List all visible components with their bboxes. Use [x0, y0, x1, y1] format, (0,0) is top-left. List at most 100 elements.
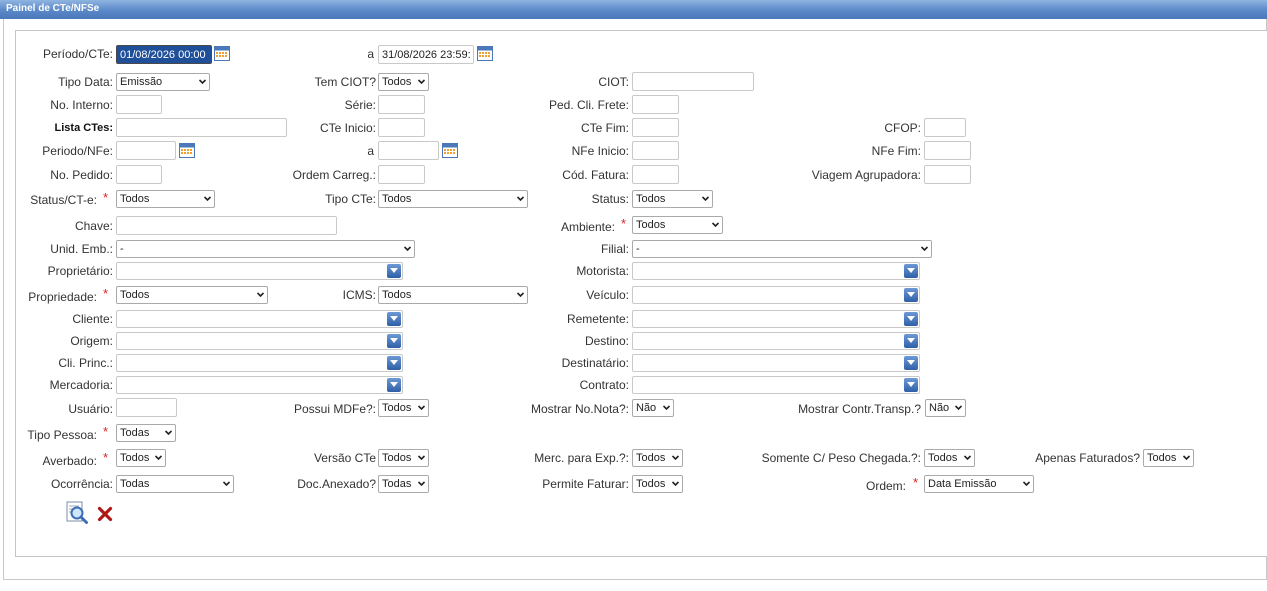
- somente-peso-chegada-select[interactable]: Todos: [924, 449, 975, 467]
- search-icon[interactable]: [66, 501, 88, 525]
- cte-fim-input[interactable]: [632, 118, 679, 137]
- mercadoria-combo[interactable]: [116, 376, 403, 394]
- averbado-select[interactable]: Todos: [116, 449, 166, 467]
- merc-para-exp-select[interactable]: Todos: [632, 449, 683, 467]
- icms-label: ICMS:: [342, 288, 376, 302]
- periodo-cte-to-label: a: [367, 47, 374, 61]
- no-interno-input[interactable]: [116, 95, 162, 114]
- cfop-input[interactable]: [924, 118, 966, 137]
- chevron-down-icon: [390, 360, 398, 365]
- cte-inicio-input[interactable]: [378, 118, 425, 137]
- proprietario-combo[interactable]: [116, 262, 403, 280]
- ordem-select[interactable]: Data Emissão: [924, 475, 1034, 493]
- combo-dropdown-button[interactable]: [904, 334, 918, 348]
- mostrar-no-nota-select[interactable]: Não: [632, 399, 674, 417]
- origem-combo[interactable]: [116, 332, 403, 350]
- contrato-combo[interactable]: [632, 376, 920, 394]
- ordem-carreg-input[interactable]: [378, 165, 425, 184]
- periodo-cte-end-input[interactable]: [378, 45, 474, 64]
- apenas-faturados-select[interactable]: Todos: [1143, 449, 1194, 467]
- combo-dropdown-button[interactable]: [904, 356, 918, 370]
- nfe-fim-input[interactable]: [924, 141, 971, 160]
- motorista-combo[interactable]: [632, 262, 920, 280]
- combo-dropdown-button[interactable]: [904, 264, 918, 278]
- cod-fatura-label: Cód. Fatura:: [562, 168, 629, 182]
- required-mark: *: [103, 424, 109, 439]
- combo-dropdown-button[interactable]: [387, 378, 401, 392]
- permite-faturar-select[interactable]: Todos: [632, 475, 683, 493]
- ordem-label: Ordem:: [865, 479, 906, 493]
- propriedade-select[interactable]: Todos: [116, 286, 268, 304]
- filial-select[interactable]: -: [632, 240, 932, 258]
- tipo-pessoa-value: Todas: [120, 427, 150, 439]
- combo-dropdown-button[interactable]: [904, 378, 918, 392]
- calendar-icon[interactable]: [214, 45, 230, 61]
- tipo-pessoa-label: Tipo Pessoa:: [27, 428, 97, 442]
- viagem-agrupadora-input[interactable]: [924, 165, 971, 184]
- status-select[interactable]: Todos: [632, 190, 713, 208]
- no-pedido-input[interactable]: [116, 165, 162, 184]
- combo-dropdown-button[interactable]: [387, 356, 401, 370]
- periodo-nfe-end-input[interactable]: [378, 141, 439, 160]
- chave-input[interactable]: [116, 216, 337, 235]
- status-cte-select[interactable]: Todos: [116, 190, 215, 208]
- ocorrencia-select[interactable]: Todas: [116, 475, 234, 493]
- versao-cte-select[interactable]: Todos: [378, 449, 429, 467]
- cod-fatura-input[interactable]: [632, 165, 679, 184]
- usuario-input[interactable]: [116, 398, 177, 417]
- periodo-cte-start-input[interactable]: [116, 45, 212, 64]
- status-cte-label: Status/CT-e:: [30, 193, 97, 207]
- chevron-down-icon: [702, 196, 709, 202]
- nfe-inicio-input[interactable]: [632, 141, 679, 160]
- icms-select[interactable]: Todos: [378, 286, 528, 304]
- destinatario-combo[interactable]: [632, 354, 920, 372]
- no-pedido-label: No. Pedido:: [50, 168, 113, 182]
- periodo-nfe-label: Periodo/NFe:: [42, 144, 113, 158]
- mostrar-contr-transp-select[interactable]: Não: [925, 399, 966, 417]
- ambiente-select[interactable]: Todos: [632, 216, 723, 234]
- combo-dropdown-button[interactable]: [904, 288, 918, 302]
- combo-dropdown-button[interactable]: [387, 264, 401, 278]
- icms-value: Todos: [382, 289, 412, 301]
- permite-faturar-value: Todos: [636, 478, 666, 490]
- merc-para-exp-label: Merc. para Exp.?:: [534, 451, 629, 465]
- cliente-combo[interactable]: [116, 310, 403, 328]
- tem-ciot-select[interactable]: Todos: [378, 73, 429, 91]
- unid-emb-select[interactable]: -: [116, 240, 415, 258]
- destino-combo[interactable]: [632, 332, 920, 350]
- tipo-pessoa-select[interactable]: Todas: [116, 424, 176, 442]
- mostrar-no-nota-value: Não: [636, 402, 657, 414]
- combo-dropdown-button[interactable]: [387, 334, 401, 348]
- tipo-cte-select[interactable]: Todos: [378, 190, 528, 208]
- tipo-cte-value: Todos: [382, 193, 412, 205]
- tipo-data-select[interactable]: Emissão: [116, 73, 210, 91]
- ciot-input[interactable]: [632, 72, 754, 91]
- combo-dropdown-button[interactable]: [904, 312, 918, 326]
- calendar-icon[interactable]: [179, 142, 195, 158]
- calendar-icon[interactable]: [477, 45, 493, 61]
- serie-label: Série:: [344, 98, 376, 112]
- tipo-cte-label: Tipo CTe:: [325, 192, 376, 206]
- tipo-data-value: Emissão: [120, 76, 163, 88]
- veiculo-combo[interactable]: [632, 286, 920, 304]
- serie-input[interactable]: [378, 95, 425, 114]
- tem-ciot-label: Tem CIOT?: [314, 75, 376, 89]
- cli-princ-combo[interactable]: [116, 354, 403, 372]
- mostrar-no-nota-label: Mostrar No.Nota?:: [530, 402, 629, 416]
- remetente-combo[interactable]: [632, 310, 920, 328]
- combo-dropdown-button[interactable]: [387, 312, 401, 326]
- possui-mdfe-select[interactable]: Todos: [378, 399, 429, 417]
- chevron-down-icon: [517, 196, 524, 202]
- calendar-icon[interactable]: [442, 142, 458, 158]
- origem-label: Origem:: [70, 334, 113, 348]
- chevron-down-icon: [418, 405, 425, 411]
- close-icon[interactable]: [97, 506, 113, 522]
- unid-emb-label: Unid. Emb.:: [50, 242, 113, 256]
- lista-ctes-input[interactable]: [116, 118, 287, 137]
- ped-cli-frete-input[interactable]: [632, 95, 679, 114]
- chevron-down-icon: [390, 316, 398, 321]
- periodo-nfe-start-input[interactable]: [116, 141, 176, 160]
- chevron-down-icon: [964, 455, 971, 461]
- doc-anexado-select[interactable]: Todas: [378, 475, 429, 493]
- mostrar-contr-transp-value: Não: [929, 402, 950, 414]
